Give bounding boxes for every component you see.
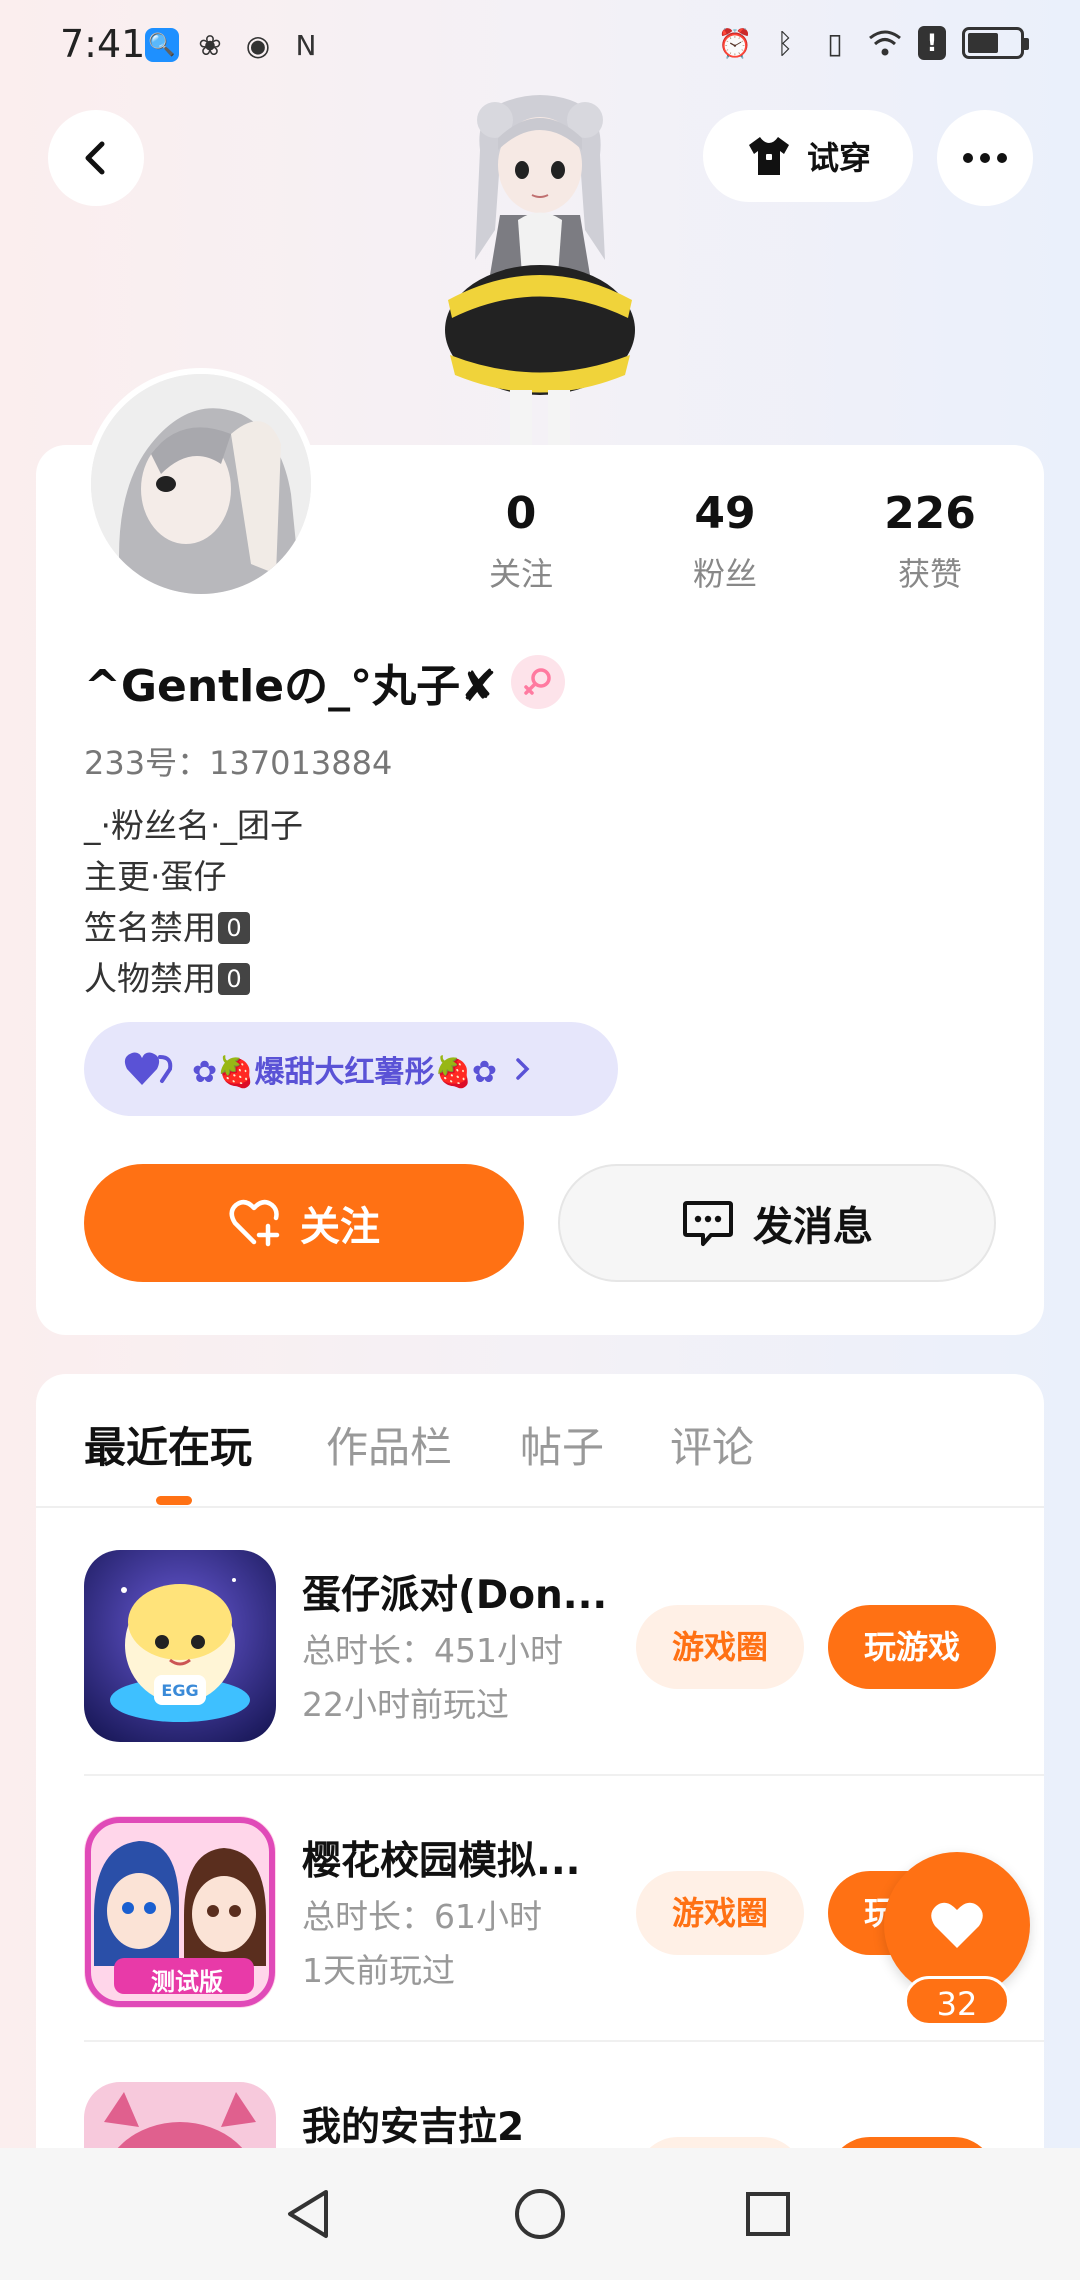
game-title: 樱花校园模拟... [302, 1839, 581, 1884]
game-icon-badge: 测试版 [151, 1968, 223, 1996]
game-row[interactable]: EGG 蛋仔派对(Don... 总时长：451小时 22小时前玩过 游戏圈 玩游… [84, 1510, 1044, 1776]
heart-icon [931, 1902, 983, 1948]
try-on-label: 试穿 [806, 139, 871, 177]
square-recents-icon [746, 2192, 790, 2236]
character-figure[interactable] [420, 90, 660, 445]
chat-bubble-icon [683, 1201, 733, 1246]
play-game-button[interactable]: 玩游戏 [828, 1605, 996, 1689]
game-last-played: 22小时前玩过 [302, 1685, 509, 1724]
dot-icon [963, 153, 973, 163]
eye-icon: ◉ [245, 28, 271, 62]
game-title: 我的安吉拉2 [302, 2105, 525, 2150]
bio-line: _·粉丝名·_团子 [84, 800, 303, 851]
username: ^Gentleの_°丸子✘ [84, 661, 497, 712]
wifi-icon [868, 26, 902, 60]
stat-following[interactable]: 0 关注 [441, 488, 601, 595]
stat-fans[interactable]: 49 粉丝 [645, 488, 805, 595]
like-count-badge: 32 [904, 1976, 1010, 2026]
nav-back-button[interactable] [278, 2184, 338, 2244]
game-duration: 总时长：451小时 [302, 1631, 563, 1670]
bio-line: 主更·蛋仔 [84, 851, 303, 902]
bio-text: 主更·蛋仔 [84, 857, 227, 896]
heart-plus-icon [229, 1199, 280, 1247]
bio-text: 笠名禁用 [84, 908, 216, 947]
games-card: 最近在玩 作品栏 帖子 评论 EGG 蛋仔派对(Don... 总时长：451小时… [36, 1374, 1044, 2280]
stat-label: 获赞 [897, 555, 962, 593]
svg-text:EGG: EGG [161, 1681, 198, 1700]
bio-text: 人物禁用 [84, 959, 216, 998]
paw-icon: ❀ [198, 28, 222, 62]
chevron-right-icon [516, 1058, 530, 1080]
nav-recents-button[interactable] [738, 2184, 798, 2244]
search-app-icon: 🔍 [145, 28, 179, 62]
dot-icon [997, 153, 1007, 163]
triangle-back-icon [288, 2190, 328, 2238]
game-icon-sakura-school[interactable]: 测试版 [84, 1816, 276, 2008]
chevron-left-icon [85, 141, 105, 175]
send-message-label: 发消息 [753, 1204, 873, 1250]
user-id: 233号：137013884 [84, 744, 393, 782]
game-circle-button[interactable]: 游戏圈 [636, 1871, 804, 1955]
circle-home-icon [515, 2189, 565, 2239]
female-gender-icon [510, 655, 565, 709]
game-circle-button[interactable]: 游戏圈 [636, 1605, 804, 1689]
follow-button[interactable]: 关注 [84, 1164, 524, 1282]
boxed-zero-glyph: 0 [218, 962, 250, 995]
vibrate-icon: ▯ [827, 26, 843, 60]
system-nav-bar [0, 2148, 1080, 2280]
status-bar: 7:41 🔍 ❀ ◉ N ⏰ ᛒ ▯ ! [0, 0, 1080, 90]
nfc-icon: N [295, 28, 317, 62]
status-notification-icons: 🔍 ❀ ◉ N [145, 28, 323, 62]
stat-label: 关注 [488, 555, 553, 593]
dot-icon [980, 153, 990, 163]
send-message-button[interactable]: 发消息 [558, 1164, 996, 1282]
follow-label: 关注 [300, 1204, 380, 1250]
stat-value: 0 [505, 488, 537, 539]
game-duration: 总时长：61小时 [302, 1897, 542, 1936]
fan-group-badge[interactable]: ✿🍓爆甜大红薯彤🍓✿ [84, 1022, 618, 1116]
stat-value: 49 [694, 488, 756, 539]
more-options-button[interactable] [937, 110, 1033, 206]
bluetooth-icon: ᛒ [776, 26, 794, 60]
tshirt-icon [748, 137, 789, 175]
content-tabs: 最近在玩 作品栏 帖子 评论 [36, 1374, 1044, 1508]
stat-label: 粉丝 [692, 555, 757, 593]
heart-duo-icon [124, 1052, 173, 1085]
avatar[interactable] [85, 368, 317, 600]
stat-value: 226 [884, 488, 976, 539]
alarm-icon: ⏰ [717, 26, 753, 60]
nav-home-button[interactable] [510, 2184, 570, 2244]
battery-icon [962, 27, 1029, 59]
game-title: 蛋仔派对(Don... [302, 1573, 608, 1618]
back-button[interactable] [48, 110, 144, 206]
game-icon-eggy-party[interactable]: EGG [84, 1550, 276, 1742]
boxed-zero-glyph: 0 [218, 911, 250, 944]
status-system-icons: ⏰ ᛒ ▯ ! [717, 26, 1029, 60]
tab-works[interactable]: 作品栏 [326, 1414, 452, 1475]
stat-likes[interactable]: 226 获赞 [850, 488, 1010, 595]
tab-recently-played[interactable]: 最近在玩 [84, 1414, 252, 1475]
tab-posts[interactable]: 帖子 [520, 1414, 604, 1475]
bio-line: 笠名禁用 0 [84, 902, 303, 953]
bio: _·粉丝名·_团子 主更·蛋仔 笠名禁用 0 人物禁用 0 [84, 800, 303, 1004]
status-time: 7:41 [60, 22, 146, 66]
try-on-button[interactable]: 试穿 [703, 110, 913, 202]
game-last-played: 1天前玩过 [302, 1951, 455, 1990]
fan-badge-label: ✿🍓爆甜大红薯彤🍓✿ [192, 1055, 497, 1090]
username-row: ^Gentleの_°丸子✘ [84, 650, 565, 714]
avatar-image [91, 374, 311, 594]
alert-icon: ! [918, 26, 946, 60]
tab-comments[interactable]: 评论 [670, 1414, 754, 1475]
bio-line: 人物禁用 0 [84, 953, 303, 1004]
bio-text: _·粉丝名·_团子 [84, 806, 303, 845]
tab-indicator [156, 1496, 192, 1505]
